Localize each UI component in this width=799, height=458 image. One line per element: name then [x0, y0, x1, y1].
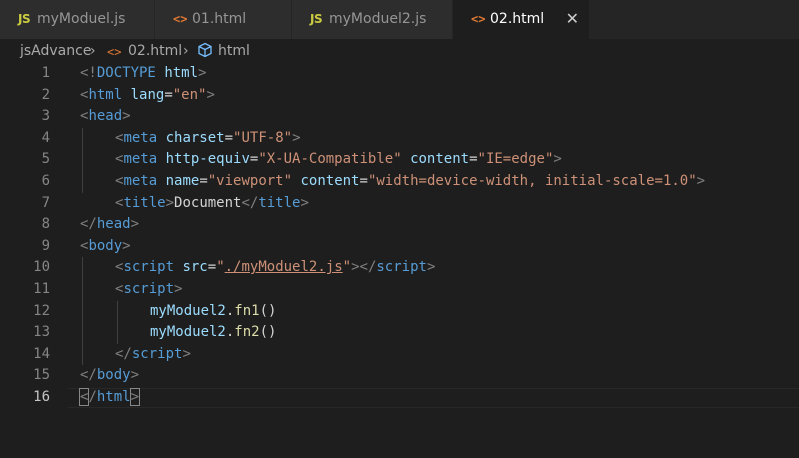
- html-file-icon: <>: [471, 12, 486, 26]
- code-line-11: <script>: [115, 281, 183, 297]
- breadcrumb-folder[interactable]: jsAdvance: [20, 42, 91, 60]
- close-icon[interactable]: ✕: [566, 9, 579, 29]
- tab-label: 02.html: [490, 11, 545, 27]
- script-src-link[interactable]: ./myModuel2.js: [225, 259, 343, 275]
- indent-guide: [117, 301, 118, 344]
- breadcrumb: jsAdvance › <> 02.html › html: [0, 39, 799, 63]
- html-file-icon: <>: [107, 45, 122, 59]
- code-line-15: </body>: [80, 367, 140, 384]
- code-line-13: myModuel2.fn2(): [150, 324, 277, 341]
- breadcrumb-symbol[interactable]: html: [218, 42, 250, 60]
- tab-01-html[interactable]: <> 01.html: [155, 0, 291, 39]
- line-number: 12: [33, 302, 50, 319]
- line-number: 3: [41, 108, 50, 125]
- code-line-5: <meta http-equiv="X-UA-Compatible" conte…: [115, 151, 562, 168]
- code-line-2: <html lang="en">: [80, 86, 215, 103]
- symbol-cube-icon: [198, 42, 212, 58]
- line-number: 4: [41, 129, 50, 146]
- breadcrumb-file[interactable]: 02.html: [128, 42, 182, 60]
- line-number: 7: [41, 194, 50, 211]
- line-number: 1: [41, 65, 50, 81]
- matching-bracket: >: [129, 388, 141, 406]
- current-line-highlight: [68, 388, 799, 408]
- html-file-icon: <>: [173, 12, 188, 26]
- tab-bar: JS myModuel.js <> 01.html JS myModuel2.j…: [0, 0, 799, 39]
- code-line-8: </head>: [80, 216, 140, 233]
- indent-guide: [82, 257, 83, 365]
- line-number: 11: [33, 281, 50, 297]
- code-line-9: <body>: [80, 237, 131, 254]
- line-number: 5: [41, 151, 50, 168]
- line-number-current: 16: [33, 389, 50, 405]
- line-number: 2: [41, 86, 50, 103]
- code-line-6: <meta name="viewport" content="width=dev…: [115, 173, 706, 189]
- code-line-16: </html>: [78, 388, 141, 406]
- line-number: 6: [41, 173, 50, 189]
- code-line-14: </script>: [115, 345, 191, 362]
- line-number: 10: [33, 259, 50, 276]
- code-line-12: myModuel2.fn1(): [150, 302, 277, 319]
- tab-label: myModuel2.js: [329, 11, 427, 27]
- tab-mymoduel-js[interactable]: JS myModuel.js: [0, 0, 154, 39]
- tab-label: myModuel.js: [37, 11, 126, 27]
- javascript-file-icon: JS: [310, 12, 323, 26]
- tab-mymoduel2-js[interactable]: JS myModuel2.js: [292, 0, 452, 39]
- indent-guide: [82, 128, 83, 193]
- code-editor[interactable]: 1 2 3 4 5 6 7 8 9 10 11 12 13 14 15 16 <…: [0, 63, 799, 458]
- code-line-7: <title>Document</title>: [115, 194, 309, 211]
- tab-label: 01.html: [192, 11, 247, 27]
- tab-02-html[interactable]: <> 02.html ✕: [453, 0, 589, 39]
- line-number: 8: [41, 216, 50, 233]
- code-line-3: <head>: [80, 108, 131, 125]
- line-number: 13: [33, 324, 50, 341]
- line-number: 15: [33, 367, 50, 384]
- chevron-right-icon: ›: [90, 43, 96, 59]
- line-number: 9: [41, 237, 50, 254]
- code-line-10: <script src="./myModuel2.js"></script>: [115, 259, 436, 276]
- line-number: 14: [33, 345, 50, 362]
- javascript-file-icon: JS: [18, 12, 31, 26]
- code-line-4: <meta charset="UTF-8">: [115, 129, 301, 146]
- chevron-right-icon: ›: [183, 43, 189, 59]
- code-line-1: <!DOCTYPE html>: [80, 65, 207, 81]
